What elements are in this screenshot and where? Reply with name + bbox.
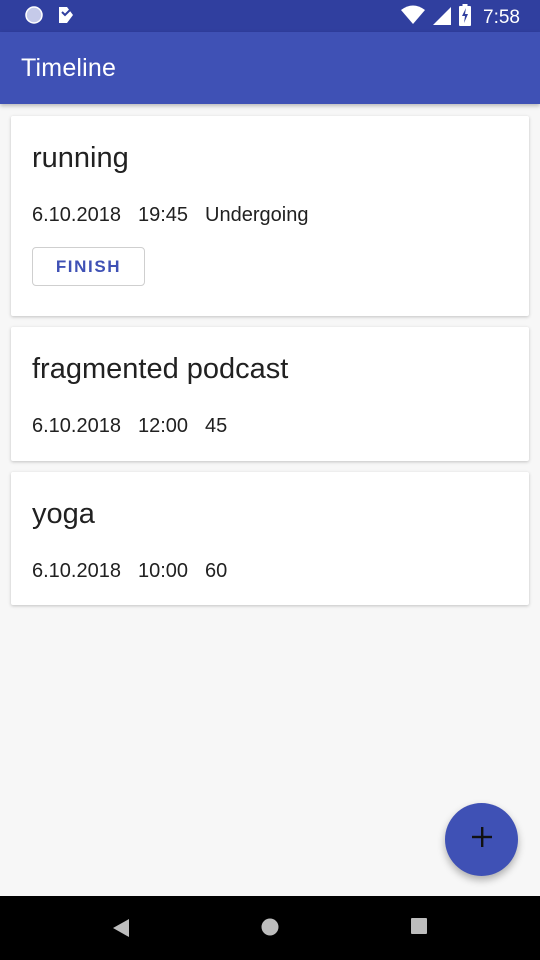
- status-notifications: [24, 5, 76, 30]
- card-title: running: [32, 142, 129, 174]
- status-bar: 7:58: [0, 0, 540, 32]
- navigation-bar: [0, 896, 540, 960]
- card-meta: 6.10.2018 12:00 45: [32, 415, 227, 438]
- card-title: fragmented podcast: [32, 353, 289, 385]
- add-entry-fab[interactable]: [445, 803, 518, 876]
- cell-signal-icon: [433, 5, 452, 31]
- status-time: 7:58: [483, 7, 520, 28]
- plus-icon: [471, 826, 493, 853]
- card-time: 10:00: [137, 560, 189, 582]
- card-meta: 6.10.2018 19:45 Undergoing: [32, 204, 308, 227]
- timeline-card-running[interactable]: running 6.10.2018 19:45 Undergoing FINIS…: [11, 116, 529, 316]
- battery-charging-icon: [459, 4, 472, 32]
- finish-button[interactable]: FINISH: [32, 247, 145, 286]
- app-bar: Timeline: [0, 32, 540, 104]
- back-icon[interactable]: [112, 918, 130, 943]
- card-time: 12:00: [137, 415, 189, 437]
- card-duration: 45: [205, 415, 228, 437]
- card-date: 6.10.2018: [32, 560, 121, 582]
- timeline-card-yoga[interactable]: yoga 6.10.2018 10:00 60: [11, 472, 529, 605]
- home-icon[interactable]: [261, 918, 279, 941]
- screen: 7:58 Timeline running 6.10.2018 19:45 Un…: [0, 0, 540, 960]
- card-date: 6.10.2018: [32, 415, 121, 437]
- card-meta: 6.10.2018 10:00 60: [32, 560, 227, 583]
- card-status: Undergoing: [205, 204, 309, 226]
- card-time: 19:45: [137, 204, 189, 226]
- notification-circle-icon: [24, 5, 44, 30]
- card-duration: 60: [205, 560, 228, 582]
- status-system: 7:58: [401, 4, 520, 32]
- wifi-icon: [401, 5, 426, 31]
- app-title: Timeline: [21, 54, 117, 82]
- card-title: yoga: [32, 498, 95, 530]
- recents-icon[interactable]: [411, 918, 427, 939]
- notification-tag-icon: [56, 5, 76, 30]
- card-date: 6.10.2018: [32, 204, 121, 226]
- timeline-card-fragmented-podcast[interactable]: fragmented podcast 6.10.2018 12:00 45: [11, 327, 529, 461]
